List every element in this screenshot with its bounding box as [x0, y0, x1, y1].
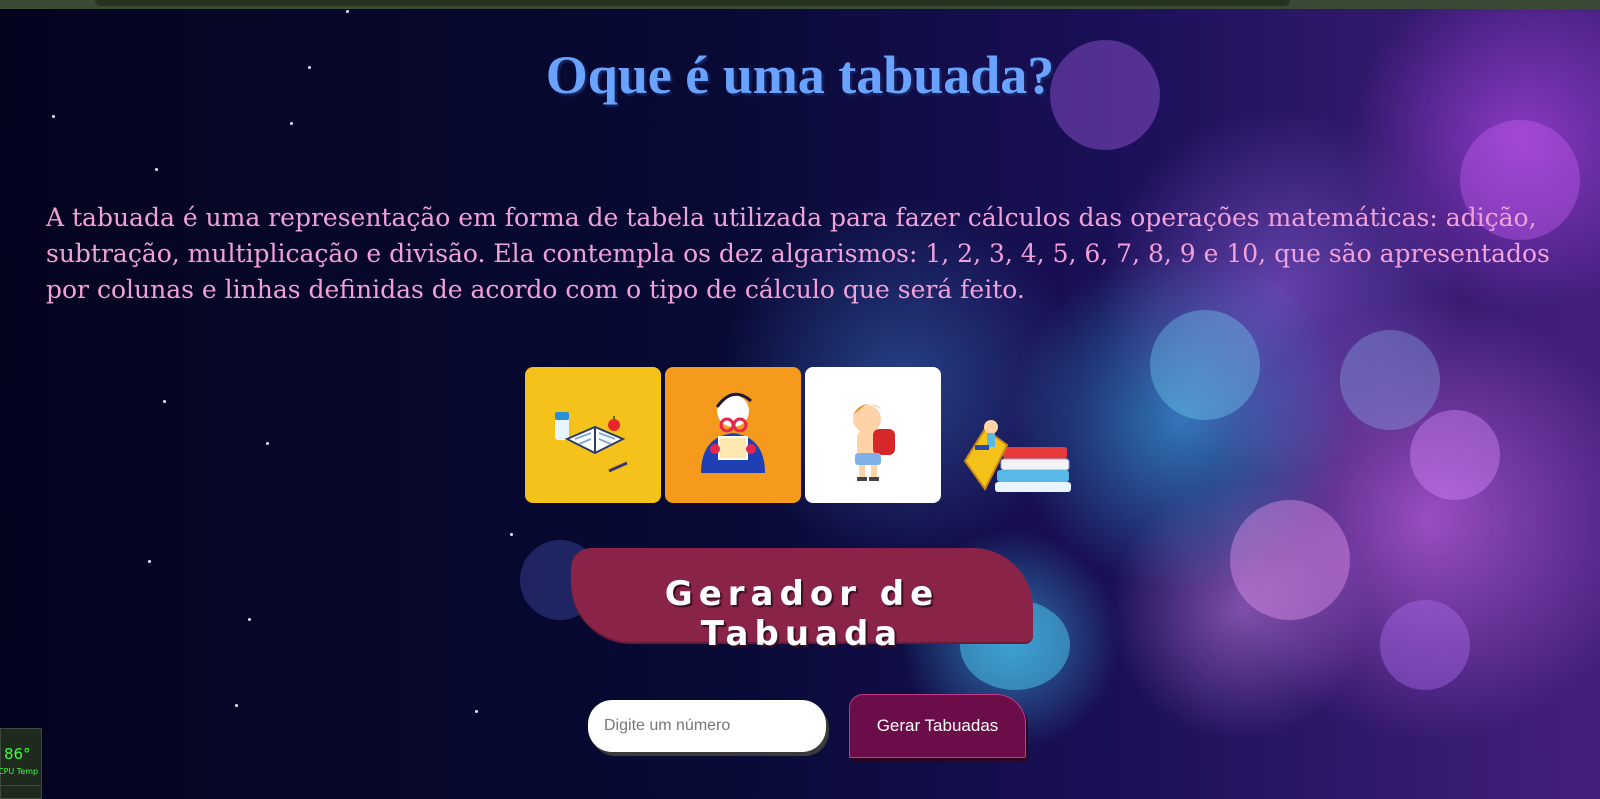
- intro-paragraph: A tabuada é uma representação em forma d…: [46, 203, 1550, 304]
- boy-on-books-illustration: [955, 415, 1077, 505]
- schoolboy-backpack-illustration: [805, 367, 941, 503]
- generator-banner-title: Gerador de Tabuada: [664, 574, 940, 654]
- cpu-temp-label: CPU Temp: [0, 767, 39, 776]
- number-input[interactable]: [588, 700, 826, 752]
- browser-top-bar-inner: [95, 0, 1290, 6]
- cpu-temp-widget: 86° CPU Temp: [0, 728, 42, 799]
- generate-tables-button[interactable]: Gerar Tabuadas: [849, 694, 1026, 758]
- study-desk-illustration: [525, 367, 661, 503]
- illustration-gallery: [525, 367, 1085, 503]
- cpu-widget-divider: [1, 785, 41, 786]
- reading-girl-illustration: [665, 367, 801, 503]
- generator-banner: Gerador de Tabuada: [571, 548, 1033, 654]
- browser-top-bar: [0, 0, 1600, 9]
- page-title: Oque é uma tabuada?: [545, 45, 1055, 105]
- cpu-temp-value: 86°: [4, 745, 31, 763]
